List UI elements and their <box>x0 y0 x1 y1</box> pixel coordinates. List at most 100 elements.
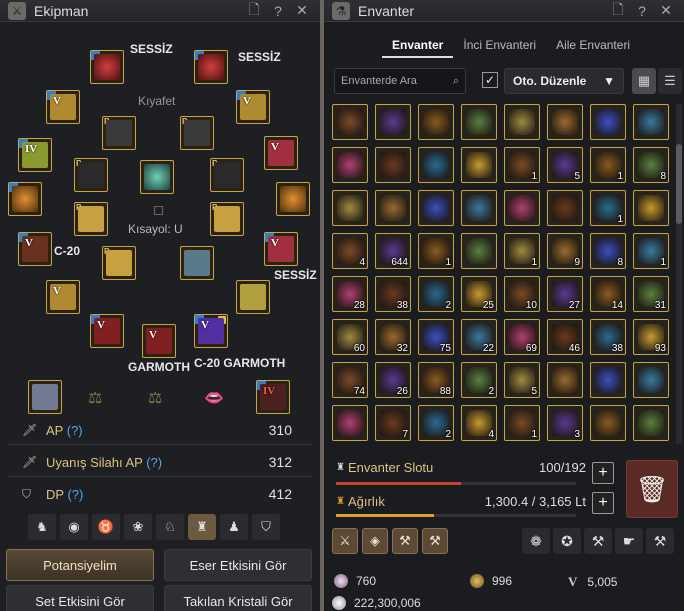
inventory-item[interactable] <box>633 190 669 226</box>
filter-horse-icon[interactable]: ♞ <box>28 514 56 540</box>
main-weapon-slot[interactable] <box>90 50 124 84</box>
inventory-item[interactable] <box>332 405 368 441</box>
inventory-item[interactable] <box>461 147 497 183</box>
inventory-item[interactable] <box>375 104 411 140</box>
inventory-item[interactable]: 644 <box>375 233 411 269</box>
inventory-item[interactable]: 46 <box>547 319 583 355</box>
close-icon[interactable]: ✕ <box>656 2 676 19</box>
potential-button[interactable]: Potansiyelim <box>6 549 154 581</box>
ring-slot-right[interactable]: V <box>264 136 298 170</box>
expand-weight-button[interactable]: + <box>592 492 614 514</box>
inventory-item[interactable] <box>633 405 669 441</box>
inventory-item[interactable]: 14 <box>590 276 626 312</box>
inventory-item[interactable] <box>461 233 497 269</box>
artifact-slot[interactable] <box>28 380 62 414</box>
inventory-item[interactable]: 25 <box>461 276 497 312</box>
costume-gloves-slot[interactable]: P <box>102 246 136 280</box>
inventory-item[interactable]: 1 <box>504 405 540 441</box>
inventory-item[interactable]: 4 <box>332 233 368 269</box>
tab-inventory[interactable]: Envanter <box>382 34 454 58</box>
filter-shield-icon[interactable]: ⛉ <box>252 514 280 540</box>
stat-dp-help[interactable]: (?) <box>67 487 83 502</box>
inventory-item[interactable]: 3 <box>547 405 583 441</box>
inventory-item[interactable]: 60 <box>332 319 368 355</box>
inventory-item[interactable]: 38 <box>590 319 626 355</box>
bookmark-icon[interactable]: 🗋 <box>608 0 628 23</box>
costume-head-slot[interactable]: P <box>102 116 136 150</box>
inventory-item[interactable] <box>332 104 368 140</box>
inventory-item[interactable] <box>504 104 540 140</box>
filter-mount-icon[interactable]: ♘ <box>156 514 184 540</box>
inventory-item[interactable] <box>461 190 497 226</box>
inventory-item[interactable]: 38 <box>375 276 411 312</box>
inventory-item[interactable] <box>590 362 626 398</box>
filter-character-icon[interactable]: ♜ <box>188 514 216 540</box>
inventory-item[interactable]: 22 <box>461 319 497 355</box>
ring-slot-left[interactable]: IV <box>18 138 52 172</box>
trash-button[interactable]: 🗑 <box>626 460 678 518</box>
lantern-slot-right[interactable] <box>276 182 310 216</box>
tab-pearl-inventory[interactable]: İnci Envanteri <box>453 34 546 58</box>
inventory-item[interactable]: 28 <box>332 276 368 312</box>
inventory-item[interactable] <box>418 147 454 183</box>
inventory-item[interactable]: 26 <box>375 362 411 398</box>
inventory-item[interactable]: 8 <box>633 147 669 183</box>
inventory-item[interactable]: 2 <box>418 405 454 441</box>
shoes-slot[interactable]: V <box>90 314 124 348</box>
lantern-slot[interactable] <box>8 182 42 216</box>
sub-weapon-slot[interactable] <box>194 50 228 84</box>
inventory-item[interactable]: 5 <box>547 147 583 183</box>
inventory-item[interactable]: 4 <box>461 405 497 441</box>
equipment-titlebar[interactable]: ⚔ Ekipman 🗋 ? ✕ <box>0 0 320 22</box>
costume-hand-left-slot[interactable]: P <box>74 202 108 236</box>
artifact-effect-button[interactable]: Eser Etkisini Gör <box>164 549 312 581</box>
filter-cat-icon[interactable]: ♉ <box>92 514 120 540</box>
inventory-item[interactable] <box>418 104 454 140</box>
inventory-item[interactable] <box>547 104 583 140</box>
inventory-item[interactable]: 7 <box>375 405 411 441</box>
inventory-item[interactable]: 10 <box>504 276 540 312</box>
costume-underwear-slot[interactable] <box>180 246 214 280</box>
inventory-item[interactable]: 1 <box>633 233 669 269</box>
inventory-item[interactable]: 75 <box>418 319 454 355</box>
inventory-item[interactable]: 74 <box>332 362 368 398</box>
search-icon[interactable]: ⌕ <box>453 75 459 88</box>
enhance-icon[interactable]: ⚔ <box>332 528 358 554</box>
inventory-item[interactable] <box>547 362 583 398</box>
inventory-item[interactable]: 69 <box>504 319 540 355</box>
inventory-item[interactable]: 2 <box>418 276 454 312</box>
bookmark-icon[interactable]: 🗋 <box>244 0 264 23</box>
filter-person-icon[interactable]: ♟ <box>220 514 248 540</box>
inventory-item[interactable] <box>332 147 368 183</box>
search-input[interactable]: Envanterde Ara ⌕ <box>334 68 466 94</box>
expand-slots-button[interactable]: + <box>592 462 614 484</box>
inventory-item[interactable] <box>504 190 540 226</box>
set-effect-button[interactable]: Set Etkisini Gör <box>6 585 154 611</box>
alchemy-stone-slot[interactable]: V <box>194 314 228 348</box>
inventory-item[interactable] <box>332 190 368 226</box>
inventory-item[interactable] <box>633 362 669 398</box>
inventory-item[interactable]: 1 <box>590 190 626 226</box>
help-icon[interactable]: ? <box>268 3 288 19</box>
inventory-item[interactable]: 1 <box>504 147 540 183</box>
belt-slot[interactable]: V <box>18 232 52 266</box>
inventory-item[interactable] <box>375 190 411 226</box>
inventory-item[interactable]: 2 <box>461 362 497 398</box>
inventory-item[interactable] <box>590 104 626 140</box>
armor-slot[interactable]: V <box>236 90 270 124</box>
inventory-item[interactable]: 93 <box>633 319 669 355</box>
crystal-icon[interactable]: ◈ <box>362 528 388 554</box>
inventory-item[interactable] <box>633 104 669 140</box>
inventory-item[interactable]: 88 <box>418 362 454 398</box>
pickaxe-icon[interactable]: ⚒ <box>584 528 612 554</box>
hammer-icon[interactable]: ⚒ <box>422 528 448 554</box>
inventory-item[interactable] <box>375 147 411 183</box>
necklace-slot[interactable]: V <box>264 232 298 266</box>
inventory-item[interactable] <box>461 104 497 140</box>
inventory-item[interactable]: 1 <box>418 233 454 269</box>
filter-paw-icon[interactable]: ❀ <box>124 514 152 540</box>
list-view-icon[interactable]: ☰ <box>658 68 682 94</box>
auto-sort-checkbox[interactable]: ✓ <box>482 72 498 88</box>
inventory-item[interactable]: 1 <box>504 233 540 269</box>
knot-icon[interactable]: ❁ <box>522 528 550 554</box>
